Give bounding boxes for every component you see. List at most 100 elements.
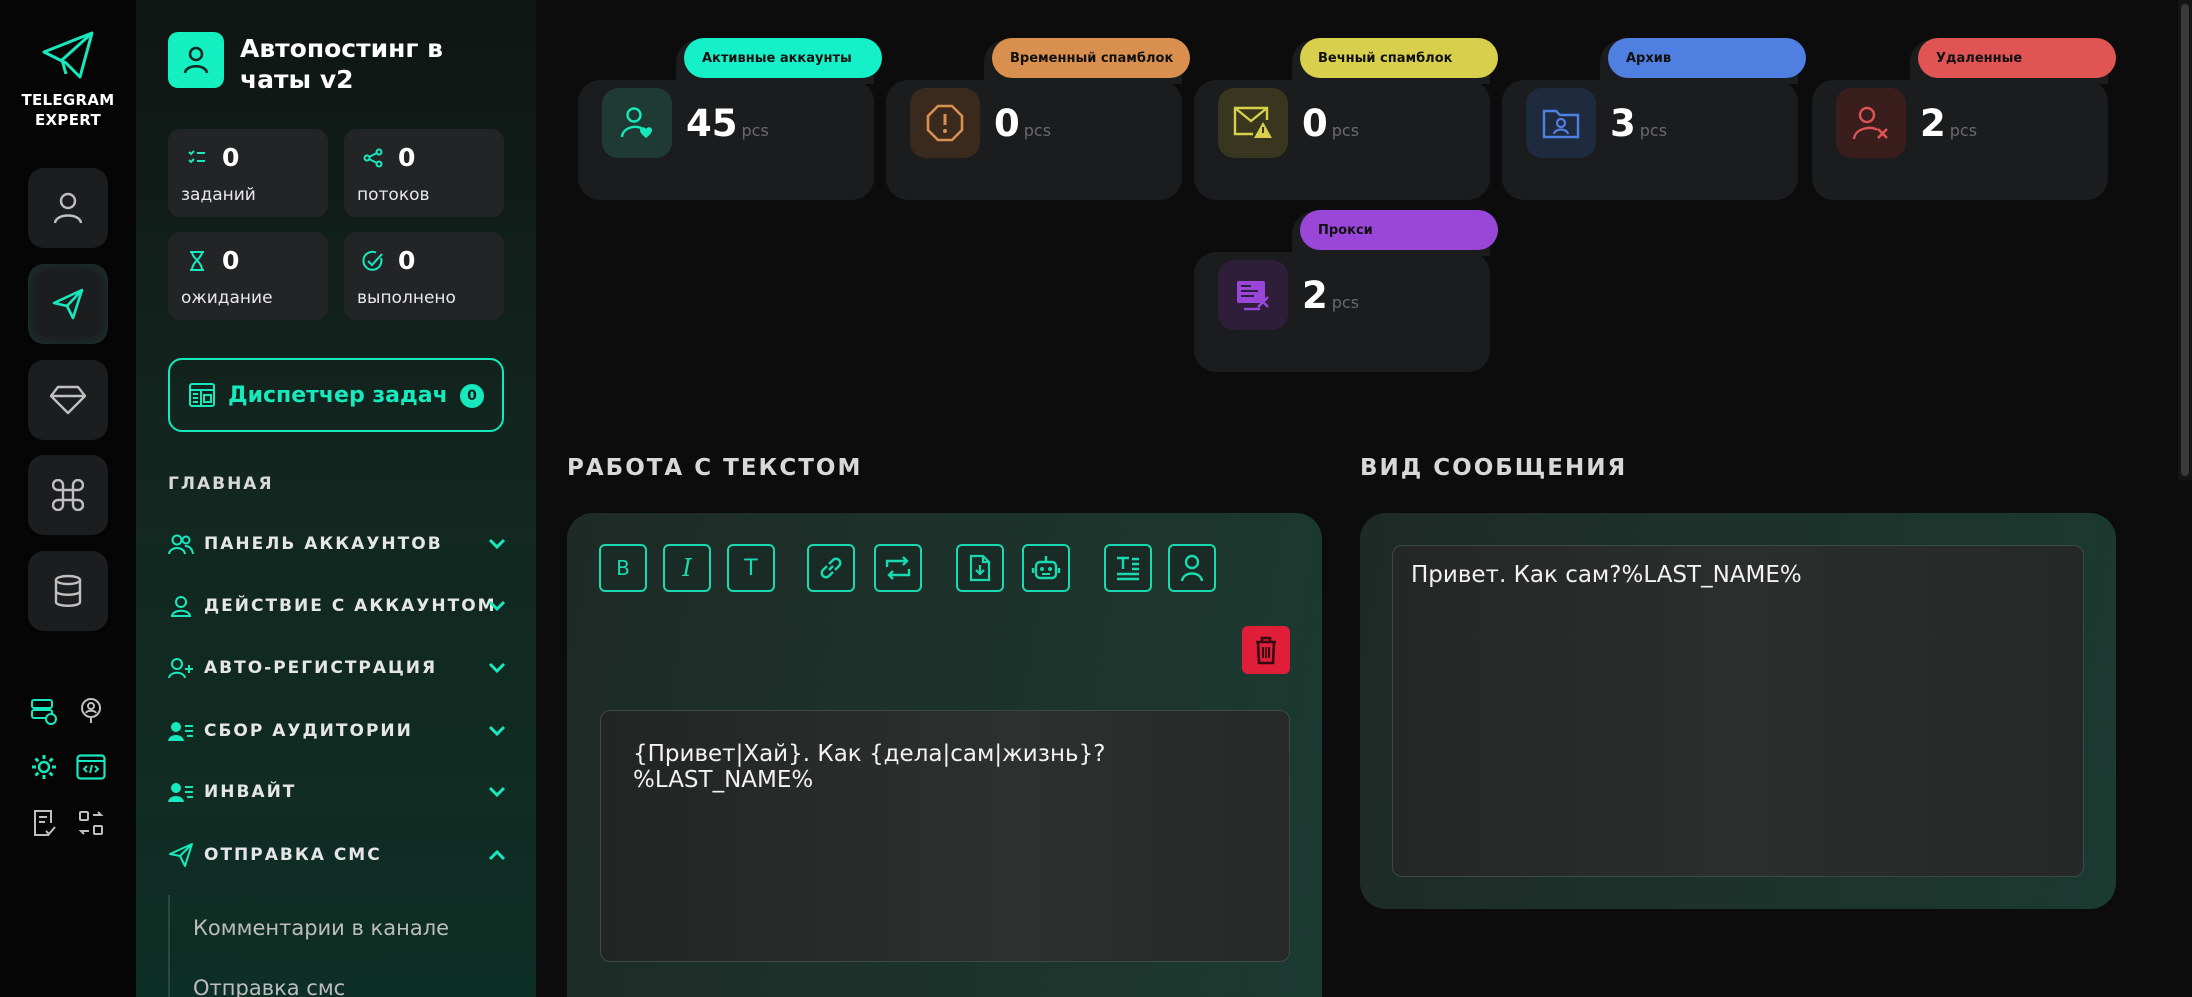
stat-tasks: 0 заданий	[168, 129, 328, 217]
chevron-up-icon	[486, 844, 508, 866]
user-pin-icon	[81, 698, 101, 723]
rail-server-button[interactable]	[27, 694, 61, 728]
stat-waiting-label: ожидание	[181, 288, 273, 308]
nav-item-label: ИНВАЙТ	[204, 782, 297, 802]
card-value: 2 pcs	[1302, 274, 1359, 317]
rail-code-button[interactable]	[74, 750, 108, 784]
brand-name-line1: TELEGRAM	[21, 91, 115, 109]
card-value-number: 2	[1302, 274, 1328, 317]
card-value: 0 pcs	[1302, 102, 1359, 145]
telegram-logo-icon	[42, 31, 94, 79]
nav-item-sms-sending[interactable]: ОТПРАВКА СМС	[168, 840, 508, 870]
rail-user-location-button[interactable]	[74, 694, 108, 728]
user-x-icon	[1836, 88, 1906, 158]
rail-swap-button[interactable]	[74, 806, 108, 840]
link-icon	[820, 557, 842, 579]
submenu-item-channel-comments[interactable]: Комментарии в канале	[193, 916, 449, 940]
card-unit: pcs	[741, 121, 769, 140]
card-value-number: 3	[1610, 102, 1636, 145]
delete-text-button[interactable]	[1242, 626, 1290, 674]
submenu-item-sms-sending[interactable]: Отправка смс	[193, 976, 345, 997]
text-style-button[interactable]: T	[727, 544, 775, 592]
project-header: Автопостинг в чаты v2	[168, 32, 480, 95]
stat-threads-label: потоков	[357, 185, 430, 205]
audience-icon	[168, 718, 194, 744]
stat-waiting-value: 0	[222, 246, 240, 275]
chevron-down-icon	[486, 657, 508, 679]
card-unit: pcs	[1331, 293, 1360, 312]
project-title: Автопостинг в чаты v2	[240, 34, 443, 94]
stat-threads-value: 0	[398, 143, 416, 172]
rail-checklist-button[interactable]	[27, 806, 61, 840]
send-icon	[52, 288, 84, 320]
card-value: 3 pcs	[1610, 102, 1667, 145]
card-archive[interactable]: Архив 3 pcs	[1502, 38, 1806, 200]
nav-item-auto-registration[interactable]: АВТО-РЕГИСТРАЦИЯ	[168, 653, 508, 683]
stat-done: 0 выполнено	[344, 232, 504, 320]
card-proxies[interactable]: Прокси 2 pcs	[1194, 210, 1498, 372]
send-icon	[168, 842, 194, 868]
card-deleted[interactable]: Удаленные 2 pcs	[1812, 38, 2116, 200]
nav-item-accounts-panel[interactable]: ПАНЕЛЬ АККАУНТОВ	[168, 529, 508, 559]
chevron-down-icon	[486, 781, 508, 803]
card-tab-label: Удаленные	[1918, 38, 2116, 78]
hourglass-icon	[186, 250, 208, 272]
insert-name-button[interactable]	[1168, 544, 1216, 592]
nav-item-audience-collection[interactable]: СБОР АУДИТОРИИ	[168, 716, 508, 746]
card-tab-label: Временный спамблок	[992, 38, 1190, 78]
link-button[interactable]	[807, 544, 855, 592]
message-template-textarea[interactable]: {Привет|Хай}. Как {дела|сам|жизнь}?%LAST…	[600, 710, 1290, 962]
scrollbar-thumb[interactable]	[2181, 4, 2189, 476]
sidebar: Автопостинг в чаты v2 0 заданий 0 потоко…	[136, 0, 536, 997]
brand-logo[interactable]: TELEGRAM EXPERT	[0, 30, 136, 130]
user-icon	[168, 593, 194, 619]
card-temp-spamblock[interactable]: Временный спамблок 0 pcs	[886, 38, 1190, 200]
rail-send-button[interactable]	[28, 264, 108, 344]
rail-premium-button[interactable]	[28, 360, 108, 440]
rail-commands-button[interactable]	[28, 455, 108, 535]
dispatcher-icon	[189, 383, 215, 407]
insert-file-button[interactable]	[956, 544, 1004, 592]
card-value-number: 0	[994, 102, 1020, 145]
brand-name-line2: EXPERT	[35, 111, 101, 129]
trash-icon	[1256, 636, 1276, 665]
ai-bot-button[interactable]	[1022, 544, 1070, 592]
stat-done-label: выполнено	[357, 288, 456, 308]
card-permanent-spamblock[interactable]: Вечный спамблок 0 pcs	[1194, 38, 1498, 200]
card-unit: pcs	[1331, 121, 1360, 140]
text-align-icon	[1117, 556, 1139, 581]
italic-icon: I	[682, 554, 692, 582]
card-value-number: 0	[1302, 102, 1328, 145]
rail-profile-button[interactable]	[28, 168, 108, 248]
server-check-icon	[31, 699, 57, 725]
page-scrollbar[interactable]	[2178, 0, 2192, 480]
rail-settings-button[interactable]	[27, 750, 61, 784]
card-tab-label: Вечный спамблок	[1300, 38, 1498, 78]
card-value-number: 2	[1920, 102, 1946, 145]
card-active-accounts[interactable]: Активные аккаунты 45 pcs	[578, 38, 882, 200]
user-icon	[53, 192, 83, 224]
repeat-button[interactable]	[874, 544, 922, 592]
icon-rail: TELEGRAM EXPERT	[0, 0, 136, 997]
proxy-icon	[1218, 260, 1288, 330]
card-unit: pcs	[1023, 121, 1052, 140]
app: TELEGRAM EXPERT Автопостинг в чаты v2 0 …	[0, 0, 2192, 997]
nav-item-invite[interactable]: ИНВАЙТ	[168, 777, 508, 807]
submenu-guide-line	[168, 895, 170, 997]
task-dispatcher-button[interactable]: Диспетчер задач 0	[168, 358, 504, 432]
text-format-button[interactable]	[1104, 544, 1152, 592]
stat-tasks-value: 0	[222, 143, 240, 172]
italic-button[interactable]: I	[663, 544, 711, 592]
database-icon	[54, 574, 82, 607]
nav-item-account-action[interactable]: ДЕЙСТВИЕ С АККАУНТОМ	[168, 591, 508, 621]
bold-button[interactable]: B	[599, 544, 647, 592]
card-tab-label: Архив	[1608, 38, 1806, 78]
nav-item-label: СБОР АУДИТОРИИ	[204, 721, 413, 741]
diamond-icon	[49, 385, 87, 415]
nav-item-label: ДЕЙСТВИЕ С АККАУНТОМ	[204, 596, 497, 616]
mail-warning-icon	[1218, 88, 1288, 158]
rail-database-button[interactable]	[28, 551, 108, 631]
stat-tasks-label: заданий	[181, 185, 256, 205]
document-check-icon	[34, 810, 56, 836]
task-dispatcher-label: Диспетчер задач	[228, 382, 448, 408]
